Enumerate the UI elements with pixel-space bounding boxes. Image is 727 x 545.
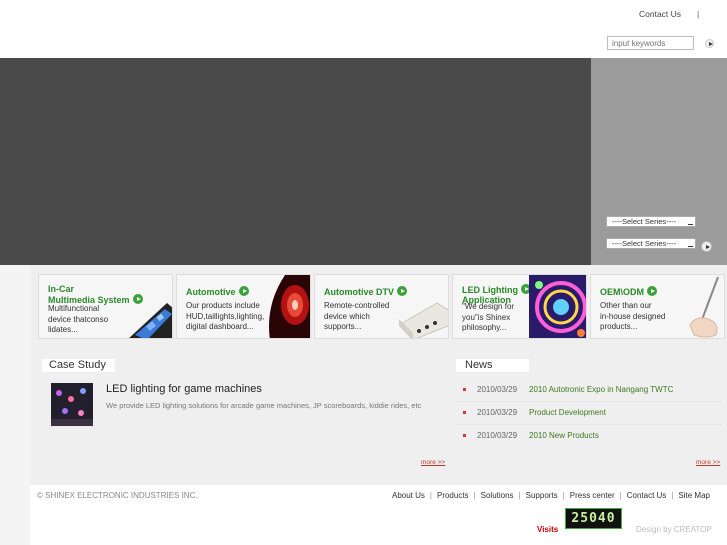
case-study-description: We provide LED lighting solutions for ar…: [106, 401, 422, 410]
news-more-link[interactable]: more >>: [696, 459, 720, 466]
hero-banner: [0, 58, 591, 265]
case-study-thumbnail[interactable]: [51, 383, 93, 426]
tile-description: "We design for you"is Shinex philosophy.…: [462, 302, 515, 332]
product-tile-oem-odm[interactable]: OEM\ODM Other than our in-house designed…: [590, 274, 725, 339]
design-credit[interactable]: Design by CREATOP: [636, 525, 712, 534]
taillight-image: [269, 275, 310, 338]
tile-title: Automotive DTV: [324, 286, 408, 297]
car-multimedia-device-image: [129, 303, 172, 338]
series-select-2[interactable]: ----Select Series----: [606, 238, 696, 249]
footer-link-site-map[interactable]: Site Map: [678, 491, 710, 500]
series-select-1[interactable]: ----Select Series----: [606, 216, 696, 227]
footer-nav: About Us | Products | Solutions | Supports | Pre…: [392, 491, 710, 500]
news-heading: News: [456, 359, 529, 372]
tile-description: Multifunctional device thatconso lidates…: [48, 304, 109, 334]
arrow-right-icon: [397, 286, 408, 296]
news-title-link[interactable]: 2010 New Products: [529, 431, 599, 440]
tile-title: Automotive: [186, 286, 249, 297]
footer-link-supports[interactable]: Supports: [526, 491, 558, 500]
tile-title: OEM\ODM: [600, 286, 657, 297]
tile-description: Remote-controlled device which supports.…: [324, 301, 390, 331]
led-lighting-image: [529, 275, 586, 338]
news-title-link[interactable]: Product Development: [529, 408, 606, 417]
news-date: 2010/03/29: [477, 431, 518, 440]
hero-side-panel: [591, 58, 727, 265]
case-study-more-link[interactable]: more >>: [421, 459, 445, 466]
visits-counter: 25040: [565, 508, 622, 529]
arrow-right-icon: [647, 286, 657, 296]
copyright: © SHINEX ELECTRONIC INDUSTRIES INC.: [37, 491, 198, 500]
search-input[interactable]: [607, 36, 694, 50]
footer-link-products[interactable]: Products: [437, 491, 469, 500]
case-study-heading: Case Study: [42, 359, 115, 372]
series-go-icon[interactable]: [701, 241, 712, 252]
product-tile-automotive-dtv[interactable]: Automotive DTV Remote-controlled device …: [314, 274, 449, 339]
divider: [456, 424, 721, 425]
news-date: 2010/03/29: [477, 408, 518, 417]
bullet-icon: [463, 434, 466, 437]
bullet-icon: [463, 411, 466, 414]
arrow-right-icon: [238, 286, 249, 296]
footer-link-press-center[interactable]: Press center: [570, 491, 615, 500]
footer-link-about-us[interactable]: About Us: [392, 491, 425, 500]
header-separator: |: [697, 9, 700, 19]
news-title-link[interactable]: 2010 Autotronic Expo in Nangang TWTC: [529, 385, 673, 394]
product-tile-automotive[interactable]: Automotive Our products include HUD,tail…: [176, 274, 311, 339]
divider: [456, 401, 721, 402]
header-contact-link[interactable]: Contact Us: [639, 9, 681, 19]
product-tile-in-car-multimedia[interactable]: In-Car Multimedia System Multifunctional…: [38, 274, 173, 339]
dtv-box-image: [399, 302, 448, 338]
footer-link-contact-us[interactable]: Contact Us: [627, 491, 667, 500]
visits-label: Visits: [537, 525, 559, 534]
footer-link-solutions[interactable]: Solutions: [481, 491, 514, 500]
tile-description: Our products include HUD,taillights,ligh…: [186, 301, 265, 331]
case-study-title-link[interactable]: LED lighting for game machines: [106, 383, 262, 395]
bullet-icon: [463, 388, 466, 391]
hand-pen-image: [689, 276, 719, 338]
search-go-icon[interactable]: [705, 39, 714, 48]
tile-description: Other than our in-house designed product…: [600, 301, 666, 331]
news-date: 2010/03/29: [477, 385, 518, 394]
product-tile-led-lighting[interactable]: LED Lighting Application "We design for …: [452, 274, 587, 339]
